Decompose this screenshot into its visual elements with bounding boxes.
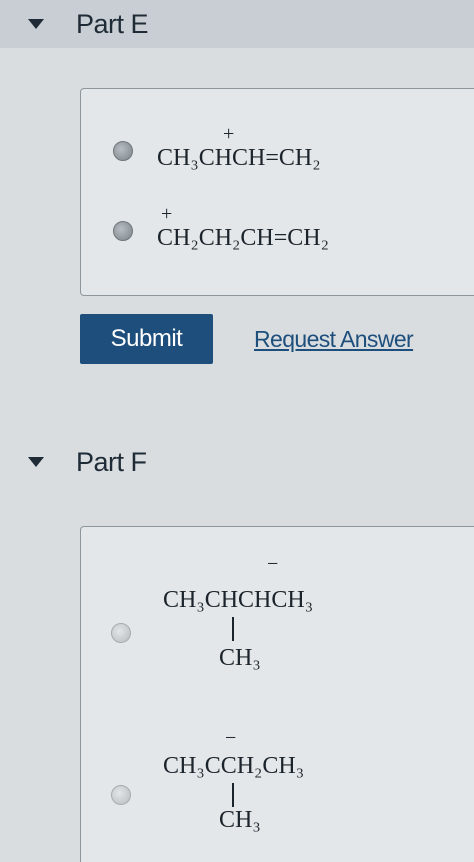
positive-charge-label: + [223, 123, 235, 145]
part-e-answer-box: + CH₃CHCH=CH₂ + CH₂CH₂CH=CH₂ [80, 88, 474, 296]
request-answer-link[interactable]: Request Answer [254, 326, 414, 353]
negative-charge-label: − [267, 553, 279, 575]
collapse-triangle-icon[interactable] [28, 457, 44, 467]
part-f-option-2-branch: CH₃ [219, 807, 261, 833]
part-e-option-2[interactable] [113, 221, 133, 241]
part-f-answer-box: − CH₃CHCHCH₃ CH₃ − CH₃CCH₂CH₃ CH₃ [80, 526, 474, 862]
bond-line [232, 617, 234, 641]
submit-button[interactable]: Submit [80, 314, 213, 364]
negative-charge-label: − [225, 727, 237, 749]
part-f-option-2[interactable] [111, 785, 131, 805]
part-e-option-2-formula: CH₂CH₂CH=CH₂ [157, 225, 329, 251]
part-f-option-1-formula: CH₃CHCHCH₃ [163, 587, 314, 613]
radio-button[interactable] [113, 141, 133, 161]
positive-charge-label: + [161, 203, 173, 225]
page: Part E + CH₃CHCH=CH₂ + CH₂CH₂CH=CH₂ Subm… [0, 0, 474, 862]
part-e-option-1-formula: CH₃CHCH=CH₂ [157, 145, 321, 171]
radio-button[interactable] [113, 221, 133, 241]
part-f-header[interactable]: Part F [0, 438, 474, 486]
radio-button[interactable] [111, 623, 131, 643]
collapse-triangle-icon[interactable] [28, 19, 44, 29]
part-f-option-2-formula: CH₃CCH₂CH₃ [163, 753, 305, 779]
part-e-header[interactable]: Part E [0, 0, 474, 48]
part-f-title: Part F [76, 446, 147, 477]
bond-line [232, 783, 234, 807]
part-f-option-1-branch: CH₃ [219, 645, 261, 671]
part-f-option-1[interactable] [111, 623, 131, 643]
radio-button[interactable] [111, 785, 131, 805]
part-e-option-1[interactable] [113, 141, 133, 161]
part-e-title: Part E [76, 8, 149, 39]
